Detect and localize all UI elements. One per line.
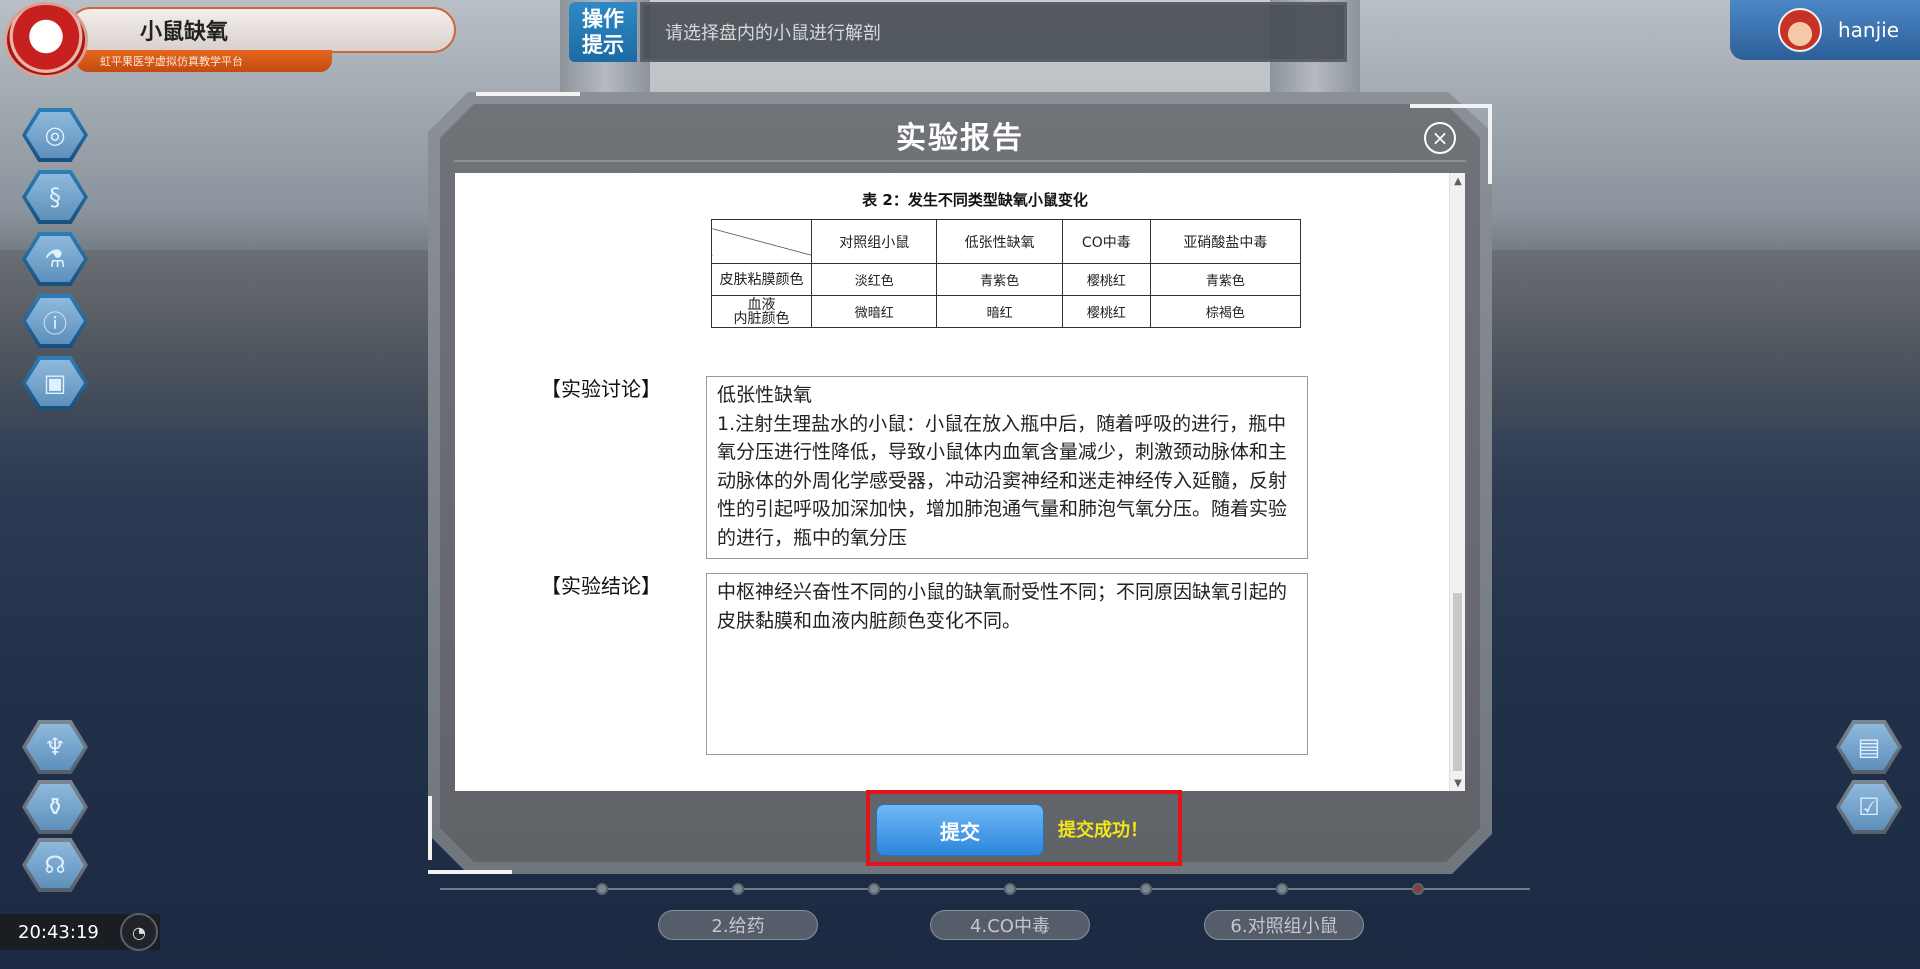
user-badge[interactable]: hanjie bbox=[1730, 0, 1920, 60]
user-name: hanjie bbox=[1838, 18, 1900, 42]
modal-title: 实验报告 bbox=[896, 121, 1024, 156]
report-content[interactable]: 表 2：发生不同类型缺氧小鼠变化 对照组小鼠 低张性缺氧 CO中毒 亚硝酸盐中毒… bbox=[455, 173, 1465, 791]
avatar[interactable] bbox=[1778, 8, 1822, 52]
modal-title-divider bbox=[454, 160, 1466, 162]
table-row-label: 血液 内脏颜色 bbox=[711, 295, 812, 328]
table-cell: 青紫色 bbox=[1149, 263, 1302, 296]
table-cell: 樱桃红 bbox=[1061, 295, 1151, 328]
discussion-textarea[interactable]: 低张性缺氧 1.注射生理盐水的小鼠：小鼠在放入瓶中后，随着呼吸的进行，瓶中氧分压… bbox=[706, 376, 1308, 559]
progress-step-dot[interactable] bbox=[1276, 883, 1288, 895]
table-row: 皮肤粘膜颜色 淡红色 青紫色 樱桃红 青紫色 bbox=[711, 263, 1302, 296]
discussion-label: 【实验讨论】 bbox=[541, 377, 661, 401]
scroll-down-icon[interactable]: ▼ bbox=[1450, 775, 1466, 791]
scroll-up-icon[interactable]: ▲ bbox=[1450, 173, 1466, 189]
chart-icon[interactable]: ▤ bbox=[1836, 720, 1902, 774]
clipboard-check-icon[interactable]: ☑ bbox=[1836, 780, 1902, 834]
modal-accent bbox=[476, 92, 580, 96]
progress-step-dot[interactable] bbox=[868, 883, 880, 895]
hint-text: 请选择盘内的小鼠进行解剖 bbox=[640, 2, 1347, 62]
progress-step-dot-active[interactable] bbox=[1412, 883, 1424, 895]
table-header: 对照组小鼠 bbox=[810, 219, 938, 264]
progress-step-dot[interactable] bbox=[1004, 883, 1016, 895]
progress-step-dot[interactable] bbox=[732, 883, 744, 895]
table-row-label-line2: 内脏颜色 bbox=[733, 310, 790, 327]
table-cell: 棕褐色 bbox=[1149, 295, 1302, 328]
table-cell: 淡红色 bbox=[810, 263, 938, 296]
table-row-label: 皮肤粘膜颜色 bbox=[711, 263, 812, 296]
close-button[interactable]: × bbox=[1424, 122, 1456, 154]
progress-step-dot[interactable] bbox=[1140, 883, 1152, 895]
hint-label-line1: 操作 bbox=[582, 7, 624, 31]
table-cell: 暗红 bbox=[936, 295, 1063, 328]
microscope-icon[interactable]: ♆ bbox=[22, 720, 88, 774]
speedometer-icon[interactable]: ◔ bbox=[120, 913, 158, 951]
hint-label-line2: 提示 bbox=[582, 33, 624, 57]
table-title: 表 2：发生不同类型缺氧小鼠变化 bbox=[862, 191, 1088, 209]
table-header: CO中毒 bbox=[1061, 219, 1151, 264]
modal-accent bbox=[1488, 104, 1492, 184]
report-scrollbar[interactable]: ▲ ▼ bbox=[1449, 173, 1465, 791]
target-icon[interactable]: ◎ bbox=[22, 108, 88, 162]
bottle-icon[interactable]: ⚱ bbox=[22, 780, 88, 834]
table-cell: 樱桃红 bbox=[1061, 263, 1151, 296]
modal-accent bbox=[428, 796, 432, 860]
conclusion-label: 【实验结论】 bbox=[541, 574, 661, 598]
app-logo[interactable] bbox=[4, 2, 88, 78]
close-icon: × bbox=[1431, 126, 1449, 150]
table-row-label-line1: 血液 bbox=[747, 296, 776, 313]
app-title: 小鼠缺氧 bbox=[68, 7, 456, 53]
modal-accent bbox=[1410, 104, 1490, 108]
table-header: 低张性缺氧 bbox=[936, 219, 1063, 264]
results-table: 对照组小鼠 低张性缺氧 CO中毒 亚硝酸盐中毒 皮肤粘膜颜色 淡红色 青紫色 樱… bbox=[711, 219, 1302, 328]
table-corner-cell bbox=[711, 219, 812, 264]
table-header: 亚硝酸盐中毒 bbox=[1149, 219, 1302, 264]
hint-label: 操作 提示 bbox=[569, 2, 637, 62]
hand-care-icon[interactable]: ☊ bbox=[22, 838, 88, 892]
step-give-drug[interactable]: 2.给药 bbox=[658, 910, 818, 940]
table-row: 血液 内脏颜色 微暗红 暗红 樱桃红 棕褐色 bbox=[711, 295, 1302, 328]
table-header-row: 对照组小鼠 低张性缺氧 CO中毒 亚硝酸盐中毒 bbox=[711, 219, 1302, 264]
scroll-thumb[interactable] bbox=[1453, 593, 1462, 771]
submit-button[interactable]: 提交 bbox=[876, 804, 1044, 856]
conclusion-textarea[interactable]: 中枢神经兴奋性不同的小鼠的缺氧耐受性不同；不同原因缺氧引起的皮肤黏膜和血液内脏颜… bbox=[706, 573, 1308, 755]
modal-accent bbox=[428, 870, 512, 874]
app-title-text: 小鼠缺氧 bbox=[140, 20, 229, 45]
table-cell: 青紫色 bbox=[936, 263, 1063, 296]
step-co-poisoning[interactable]: 4.CO中毒 bbox=[930, 910, 1090, 940]
progress-step-dot[interactable] bbox=[596, 883, 608, 895]
dna-icon[interactable]: § bbox=[22, 170, 88, 224]
table-cell: 微暗红 bbox=[810, 295, 938, 328]
app-header: 小鼠缺氧 虹平果医学虚拟仿真教学平台 bbox=[0, 0, 460, 80]
step-control-group[interactable]: 6.对照组小鼠 bbox=[1204, 910, 1364, 940]
app-subtitle: 虹平果医学虚拟仿真教学平台 bbox=[76, 50, 332, 72]
submit-status: 提交成功！ bbox=[1058, 820, 1148, 841]
